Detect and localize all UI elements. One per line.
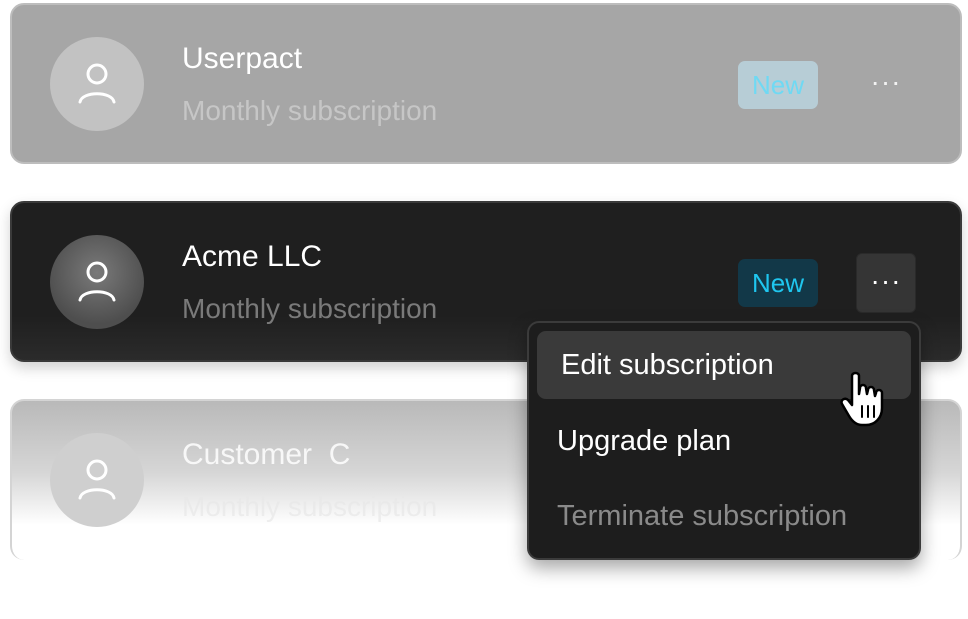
- plan-label: Monthly subscription: [182, 491, 438, 522]
- user-icon: [78, 63, 116, 104]
- subscription-card-userpact[interactable]: Userpact Monthly subscription New ···: [10, 3, 962, 164]
- hand-pointer-icon: [840, 371, 884, 427]
- plan-label: Monthly subscription: [182, 293, 438, 324]
- customer-name: Userpact: [182, 42, 303, 75]
- avatar: [50, 433, 144, 527]
- context-menu: Edit subscription Upgrade plan Terminate…: [527, 321, 921, 560]
- menu-item-terminate-subscription[interactable]: Terminate subscription: [537, 482, 911, 550]
- avatar: [50, 37, 144, 131]
- more-horizontal-icon[interactable]: ···: [856, 253, 916, 313]
- user-icon: [78, 261, 116, 302]
- status-badge: New: [738, 61, 818, 109]
- avatar: [50, 235, 144, 329]
- user-icon: [78, 459, 116, 500]
- customer-name: Customer C: [182, 438, 351, 471]
- customer-name: Acme LLC: [182, 240, 323, 273]
- plan-label: Monthly subscription: [182, 95, 438, 126]
- status-badge: New: [738, 259, 818, 307]
- more-horizontal-icon[interactable]: ···: [856, 55, 916, 115]
